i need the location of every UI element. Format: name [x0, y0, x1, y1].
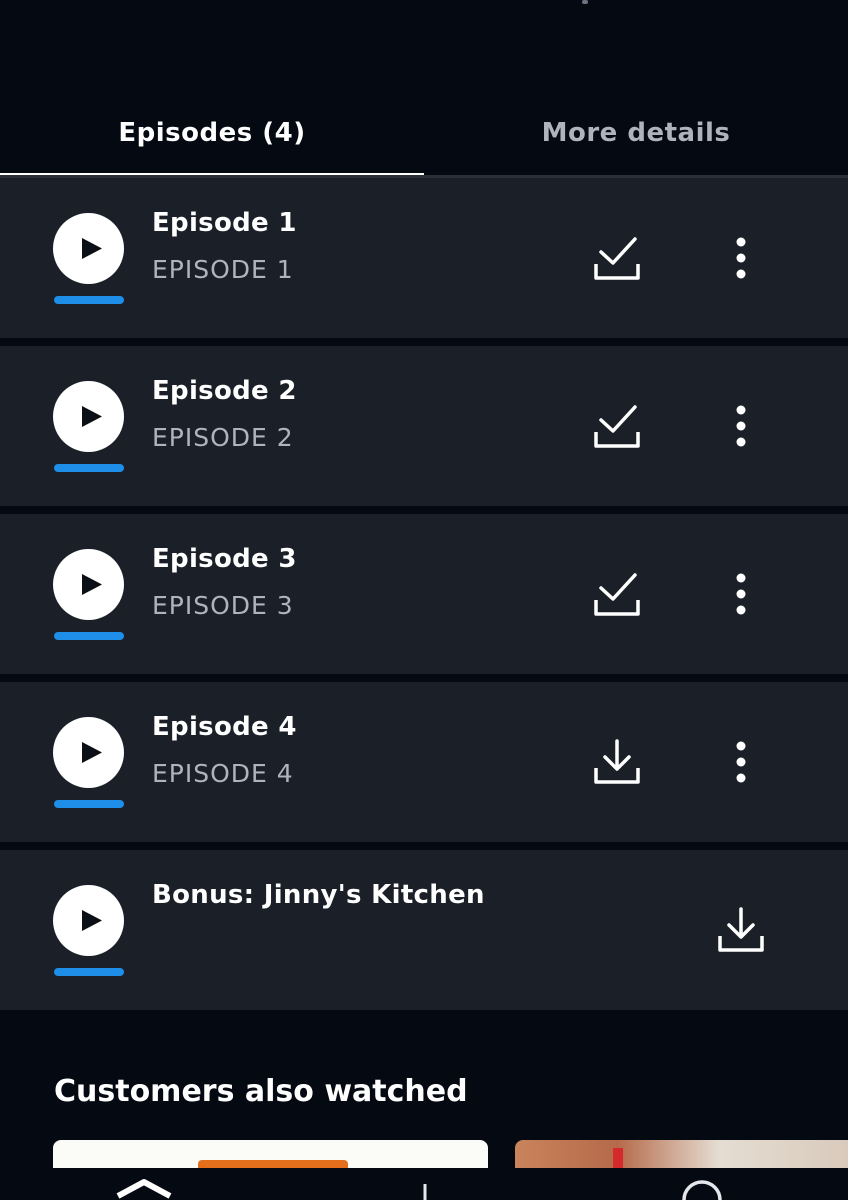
episode-subtitle: EPISODE 1: [152, 255, 294, 284]
downloads-icon[interactable]: [420, 1168, 430, 1200]
episode-row[interactable]: Bonus: Jinny's Kitchen: [0, 850, 848, 1010]
play-icon: [82, 406, 102, 427]
tab-more-details-label: More details: [541, 118, 731, 148]
play-icon: [82, 238, 102, 259]
episode-row[interactable]: Episode 1 EPISODE 1: [0, 178, 848, 338]
episode-title: Episode 1: [152, 208, 297, 238]
episode-row[interactable]: Episode 3 EPISODE 3: [0, 514, 848, 674]
play-icon: [82, 742, 102, 763]
download-icon[interactable]: [716, 906, 766, 958]
watched-progress-bar: [54, 632, 124, 640]
episode-subtitle: EPISODE 2: [152, 423, 294, 452]
home-icon[interactable]: [112, 1168, 176, 1200]
related-thumbnail[interactable]: [515, 1140, 848, 1170]
episode-title: Episode 4: [152, 712, 297, 742]
related-thumbnail[interactable]: [53, 1140, 488, 1170]
play-button[interactable]: [53, 717, 124, 788]
tab-bar: Episodes (4) More details: [0, 88, 848, 178]
play-icon: [82, 910, 102, 931]
play-button[interactable]: [53, 549, 124, 620]
tab-episodes-label: Episodes (4): [118, 118, 306, 148]
episode-subtitle: EPISODE 3: [152, 591, 294, 620]
episode-title: Episode 2: [152, 376, 297, 406]
play-button[interactable]: [53, 885, 124, 956]
episode-title: Episode 3: [152, 544, 297, 574]
episode-row[interactable]: Episode 2 EPISODE 2: [0, 346, 848, 506]
play-button[interactable]: [53, 381, 124, 452]
tab-episodes[interactable]: Episodes (4): [0, 88, 424, 178]
search-icon[interactable]: [676, 1168, 728, 1200]
downloaded-check-icon[interactable]: [592, 572, 642, 622]
more-options-icon[interactable]: [734, 404, 748, 452]
watched-progress-bar: [54, 968, 124, 976]
play-button[interactable]: [53, 213, 124, 284]
download-icon[interactable]: [592, 738, 642, 790]
tab-more-details[interactable]: More details: [424, 88, 848, 178]
downloaded-check-icon[interactable]: [592, 404, 642, 454]
more-options-icon[interactable]: [734, 572, 748, 620]
episode-subtitle: EPISODE 4: [152, 759, 294, 788]
watched-progress-bar: [54, 800, 124, 808]
related-section-title: Customers also watched: [54, 1074, 468, 1109]
downloaded-check-icon[interactable]: [592, 236, 642, 286]
more-options-icon[interactable]: [734, 740, 748, 788]
more-options-icon[interactable]: [734, 236, 748, 284]
thumbnail-artwork: [613, 1148, 623, 1170]
watched-progress-bar: [54, 464, 124, 472]
bottom-nav-bar: [0, 1168, 848, 1200]
watched-progress-bar: [54, 296, 124, 304]
episode-row[interactable]: Episode 4 EPISODE 4: [0, 682, 848, 842]
play-icon: [82, 574, 102, 595]
episode-title: Bonus: Jinny's Kitchen: [152, 880, 485, 910]
status-bar-fragment: [582, 0, 588, 4]
